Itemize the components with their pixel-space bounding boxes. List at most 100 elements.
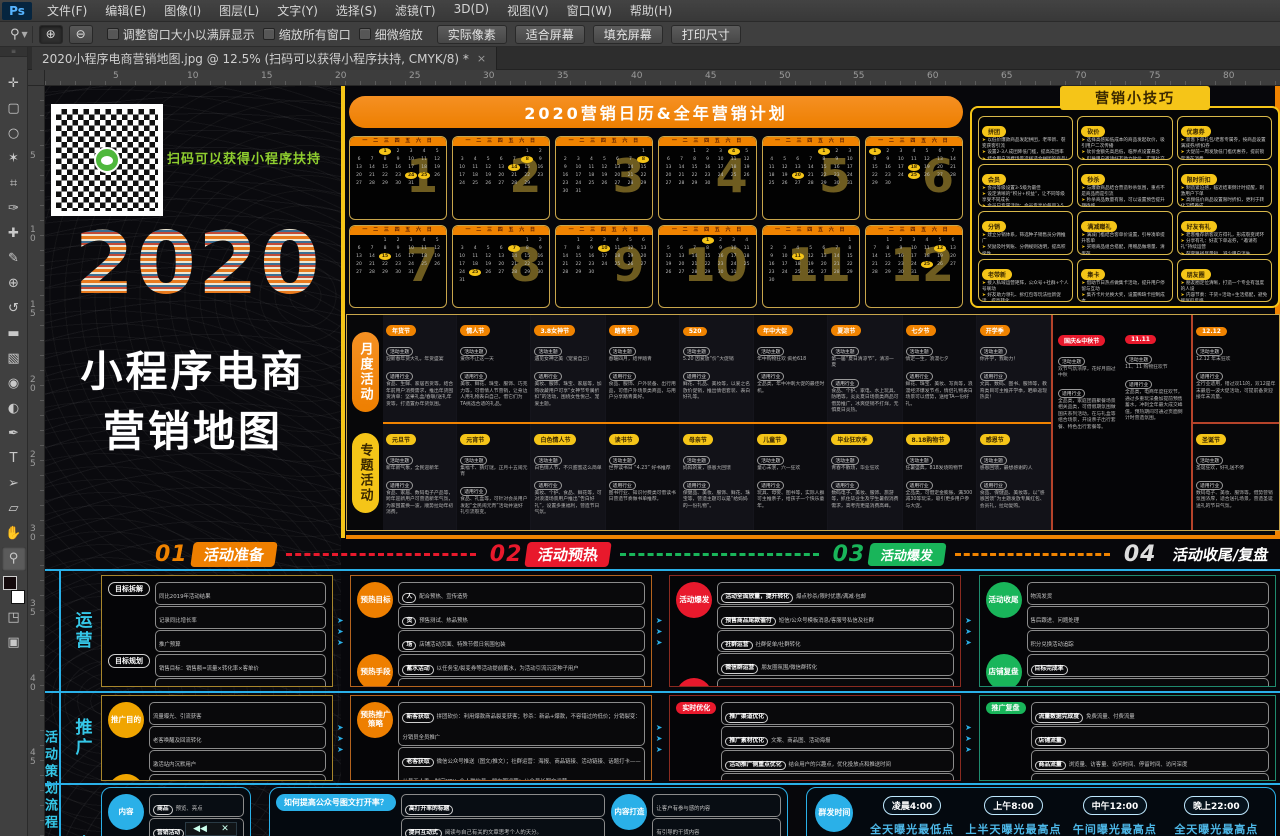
- node-item: 销售目标：销售额=流量×转化率×客单价: [155, 654, 326, 677]
- ruler-number: 20: [335, 71, 346, 81]
- tip-line: 秒杀商品数量有限，可以设置预告提升期待感: [1081, 198, 1168, 207]
- theme-tag: 活动主题: [609, 456, 636, 465]
- zoom-tool-preset[interactable]: ⚲▼: [6, 26, 33, 43]
- menu-item[interactable]: 视图(V): [498, 0, 558, 21]
- industry-text: 鲜花、珠宝、美妆、写真等，浪漫经济爆发节点，情侣礼物表白场景可以借势，送给TA一…: [906, 382, 973, 408]
- tool-button[interactable]: ✑: [2, 197, 26, 221]
- industry-text: 数码电子、美妆、服饰、旅游等，抓住毕业生及学生暑假消费需求，高考完更是消费高峰。: [831, 491, 898, 510]
- calendar-weekday-header: 一 二 三 四 五 六 日: [350, 137, 446, 146]
- tool-button[interactable]: ➢: [2, 472, 26, 496]
- option-checkbox[interactable]: 缩放所有窗口: [263, 26, 351, 43]
- checkbox-box[interactable]: [359, 28, 371, 40]
- theme-text: 世界读书日 “4.23” 好书推荐: [609, 466, 676, 472]
- divider: [341, 86, 345, 538]
- tool-button[interactable]: ✒: [2, 422, 26, 446]
- tool-button[interactable]: ◐: [2, 397, 26, 421]
- quick-mask-button[interactable]: ◳: [2, 606, 26, 630]
- tool-button[interactable]: ✛: [2, 72, 26, 96]
- node-item: 物流发货: [1027, 582, 1269, 605]
- zoom-out-button[interactable]: ⊖: [69, 25, 93, 44]
- tool-button[interactable]: ⊕: [2, 272, 26, 296]
- node-label: 预热手段: [357, 654, 393, 687]
- tool-button[interactable]: ◉: [2, 372, 26, 396]
- close-icon[interactable]: ✕: [221, 824, 229, 834]
- canvas-document[interactable]: 扫码可以获得小程序扶持 2020 小程序电商 营销地图 2020营销日历&全年营…: [45, 86, 1280, 836]
- menu-item[interactable]: 文件(F): [38, 0, 96, 21]
- tool-button[interactable]: ▧: [2, 347, 26, 371]
- menu-item[interactable]: 图层(L): [210, 0, 268, 21]
- calendar-weekday-header: 一 二 三 四 五 六 日: [866, 226, 962, 235]
- tip-line: 与爆款商品结合营造秒杀氛围，重点不是商品而是引流: [1081, 186, 1168, 198]
- calendar-month-card: 一 二 三 四 五 六 日 6 123456789101112131415161…: [865, 136, 963, 220]
- checkbox-box[interactable]: [107, 28, 119, 40]
- calendar-weekday-header: 一 二 三 四 五 六 日: [659, 137, 755, 146]
- calendar-weekday-header: 一 二 三 四 五 六 日: [556, 226, 652, 235]
- tool-button[interactable]: ⚲: [2, 547, 26, 571]
- theme-tag: 活动主题: [1196, 347, 1223, 356]
- theme-text: 集福卡、猜灯谜，正月十五闹元宵: [460, 466, 527, 479]
- phase-header: 01 活动准备: [155, 542, 276, 567]
- festival-name: 元旦节: [386, 434, 416, 445]
- industry-text: 美妆、服饰、珠宝、家居等，加购收藏用户可享“女神节专属折扣”的活动，围绕女性悦己…: [534, 382, 601, 408]
- color-swatches[interactable]: [2, 575, 26, 605]
- phase-label: 活动收尾/复盘: [1159, 542, 1280, 567]
- document-tab[interactable]: 2020小程序电商营销地图.jpg @ 12.5% (扫码可以获得小程序扶持, …: [32, 47, 497, 70]
- photoshop-logo-icon: Ps: [2, 2, 32, 20]
- tip-label: 优惠券: [1181, 126, 1211, 137]
- panel-collapse-handle[interactable]: ≡: [0, 47, 27, 57]
- time-pill: 上午8:00: [984, 796, 1042, 815]
- zoom-in-button[interactable]: ⊕: [39, 25, 63, 44]
- tip-line: 以低价爆款商品发起拼团，老带新、裂变获客引流: [982, 138, 1069, 150]
- foreground-color-swatch[interactable]: [3, 576, 17, 590]
- option-checkbox[interactable]: 调整窗口大小以满屏显示: [107, 26, 255, 43]
- node-label: 目标规划: [108, 654, 150, 668]
- overlay-controls[interactable]: ◀◀ ✕: [185, 822, 237, 836]
- option-checkbox[interactable]: 细微缩放: [359, 26, 423, 43]
- special-activity-column: 读书节 活动主题 世界读书日 “4.23” 好书推荐 适用行业 图书行业、知识付…: [606, 424, 680, 531]
- close-icon[interactable]: ×: [477, 52, 486, 65]
- menu-item[interactable]: 编辑(E): [96, 0, 155, 21]
- tool-button[interactable]: ⌗: [2, 172, 26, 196]
- menu-item[interactable]: 图像(I): [155, 0, 210, 21]
- menu-item[interactable]: 窗口(W): [558, 0, 621, 21]
- horizontal-ruler: 5101520253035404550556065707580: [45, 70, 1280, 86]
- tips-title: 营销小技巧: [1060, 86, 1210, 110]
- checkbox-box[interactable]: [263, 28, 275, 40]
- option-button[interactable]: 适合屏幕: [515, 25, 585, 44]
- menu-item[interactable]: 滤镜(T): [386, 0, 445, 21]
- tool-button[interactable]: T: [2, 447, 26, 471]
- tool-button[interactable]: ✋: [2, 522, 26, 546]
- background-color-swatch[interactable]: [11, 590, 25, 604]
- industry-text: 图书行业、知识付费类可借读书日营造节奏做书单推荐。: [609, 491, 676, 504]
- festival-name: 520: [683, 327, 708, 336]
- tool-button[interactable]: ▱: [2, 497, 26, 521]
- screen-mode-button[interactable]: ▣: [2, 631, 26, 655]
- tool-button[interactable]: ▢: [2, 97, 26, 121]
- node-label: 预热目标: [357, 582, 393, 618]
- menu-item[interactable]: 选择(S): [327, 0, 386, 21]
- calendar-month-card: 一 二 三 四 五 六 日 8 123456789101112131415161…: [452, 225, 550, 309]
- tool-button[interactable]: ✎: [2, 247, 26, 271]
- phase-header: 02 活动预热: [276, 542, 611, 567]
- tool-button[interactable]: ✚: [2, 222, 26, 246]
- menu-item[interactable]: 文字(Y): [268, 0, 327, 21]
- tool-button[interactable]: ○: [2, 122, 26, 146]
- option-button[interactable]: 打印尺寸: [671, 25, 741, 44]
- flow-arrows: ➤➤➤: [656, 575, 668, 687]
- ruler-number: 25: [30, 451, 40, 469]
- node-item: 货预售测试、热品预热: [398, 606, 644, 629]
- rewind-icon[interactable]: ◀◀: [193, 824, 207, 834]
- menu-item[interactable]: 帮助(H): [621, 0, 681, 21]
- festival-name: 踏青节: [609, 325, 639, 336]
- option-button[interactable]: 实际像素: [437, 25, 507, 44]
- tool-button[interactable]: ▬: [2, 322, 26, 346]
- special-activity-column: 元旦节 活动主题 新年新气象，全民迎新年 适用行业 食品、家居、数码电子产品等，…: [383, 424, 457, 531]
- theme-tag: 活动主题: [980, 347, 1007, 356]
- node-item: 积分兑换活动追踪: [1027, 630, 1269, 653]
- option-button[interactable]: 填充屏幕: [593, 25, 663, 44]
- menu-item[interactable]: 3D(D): [445, 0, 498, 21]
- tool-button[interactable]: ✶: [2, 147, 26, 171]
- industry-text: 美妆、个护、食品、鲜花等，可对浪漫场景用户推出“告白好礼”，设置多重福利，营造节…: [534, 491, 601, 517]
- tool-button[interactable]: ↺: [2, 297, 26, 321]
- monthly-activity-column: 情人节 活动主题 爱你不止这一天 适用行业 美妆、鲜花、珠宝、服饰、巧克力等，可…: [457, 315, 531, 422]
